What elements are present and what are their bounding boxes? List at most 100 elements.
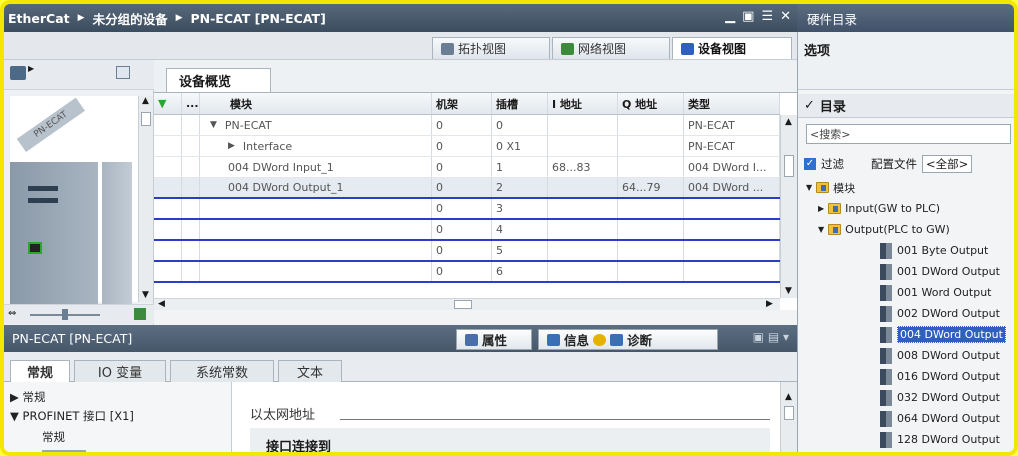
tab-device-overview[interactable]: 设备概览 — [166, 68, 271, 92]
panel-options-icon[interactable]: ▣ ▤ ▾ — [753, 330, 789, 344]
table-row[interactable]: 04 — [154, 220, 780, 241]
catalog-item[interactable]: 001 Word Output — [880, 282, 991, 303]
add-device-icon[interactable] — [10, 66, 26, 80]
catalog-item[interactable]: 008 DWord Output — [880, 345, 1000, 366]
catalog-item-label: 064 DWord Output — [897, 412, 1000, 425]
table-row[interactable]: 05 — [154, 241, 780, 262]
nav-item-interface-general[interactable]: 常规 — [42, 429, 65, 445]
restore-icon[interactable]: ▣ — [742, 9, 754, 24]
column-header-rack[interactable]: 机架 — [432, 93, 492, 114]
column-header-type[interactable]: 类型 — [684, 93, 780, 114]
options-heading[interactable]: 选项 — [804, 40, 830, 59]
catalog-item-label: 001 Word Output — [897, 286, 992, 299]
column-header-i-address[interactable]: I 地址 — [548, 93, 618, 114]
catalog-item[interactable]: 016 DWord Output — [880, 366, 1000, 387]
scroll-thumb[interactable] — [454, 300, 472, 309]
filter-checkbox[interactable]: ✓ — [804, 158, 816, 170]
expand-icon[interactable]: ▶ — [818, 204, 824, 213]
expand-icon[interactable]: ▶ — [228, 141, 235, 151]
nav-item-profinet-interface[interactable]: ▼ PROFINET 接口 [X1] — [10, 408, 134, 424]
breadcrumb-project[interactable]: EtherCat — [8, 11, 70, 26]
zoom-fit-icon[interactable]: ⇔ — [8, 308, 16, 319]
scroll-up-icon[interactable]: ▲ — [785, 117, 792, 127]
breadcrumb-separator-icon: ▶ — [77, 13, 85, 23]
tab-topology-view[interactable]: 拓扑视图 — [432, 37, 550, 59]
catalog-item[interactable]: 004 DWord Output — [880, 324, 1006, 345]
column-header-icon[interactable]: ▼ — [154, 93, 182, 114]
device-body[interactable] — [10, 162, 98, 312]
breadcrumb-device[interactable]: PN-ECAT [PN-ECAT] — [191, 11, 326, 26]
catalog-item[interactable]: 001 Byte Output — [880, 240, 988, 261]
profile-select[interactable]: <全部> — [922, 155, 973, 173]
scroll-down-icon[interactable]: ▼ — [785, 286, 792, 296]
scroll-down-icon[interactable]: ▼ — [142, 290, 149, 300]
catalog-item-label: 004 DWord Output — [897, 326, 1006, 343]
cell-i-addr — [548, 115, 618, 135]
cell-i-addr — [548, 199, 618, 218]
scroll-right-icon[interactable]: ▶ — [766, 299, 773, 309]
collapse-icon[interactable]: ▼ — [210, 120, 217, 130]
cell-rack: 0 — [432, 262, 492, 281]
catalog-item[interactable]: 128 DWord Output — [880, 429, 1000, 450]
nav-item-general[interactable]: ▶ 常规 — [10, 389, 46, 405]
subsection-heading-interface-connection: 接口连接到 — [266, 440, 332, 455]
tab-device-view[interactable]: 设备视图 — [672, 37, 792, 59]
catalog-item[interactable]: 001 DWord Output — [880, 261, 1000, 282]
catalog-item[interactable]: 032 DWord Output — [880, 387, 1000, 408]
scroll-left-icon[interactable]: ◀ — [158, 299, 165, 309]
info-badge-icon — [593, 333, 607, 346]
tile-icon[interactable]: ☰ — [761, 9, 773, 24]
zoom-icon[interactable] — [134, 308, 146, 320]
column-header-q-address[interactable]: Q 地址 — [618, 93, 684, 114]
tab-properties[interactable]: 属性 — [456, 329, 532, 350]
table-row[interactable]: 03 — [154, 199, 780, 220]
catalog-folder[interactable]: ▶ Input(GW to PLC) — [818, 198, 940, 219]
catalog-section-header[interactable]: ✓ 目录 — [798, 94, 1014, 118]
cell-type — [684, 199, 780, 218]
catalog-folder[interactable]: ▼ Output(PLC to GW) — [818, 219, 950, 240]
scroll-thumb[interactable] — [784, 155, 794, 177]
device-vertical-scrollbar[interactable]: ▲ ▼ — [138, 96, 153, 302]
column-header-slot[interactable]: 插槽 — [492, 93, 548, 114]
scroll-up-icon[interactable]: ▲ — [785, 392, 792, 402]
expand-icon[interactable]: ▶ — [10, 390, 19, 404]
catalog-item[interactable]: 002 DWord Output — [880, 303, 1000, 324]
tab-network-view[interactable]: 网络视图 — [552, 37, 670, 59]
tab-io-tags[interactable]: IO 变量 — [74, 360, 166, 382]
collapse-icon[interactable]: ▼ — [806, 183, 812, 192]
cell-gutter — [182, 136, 200, 156]
collapse-icon[interactable]: ✓ — [804, 98, 815, 113]
scroll-thumb[interactable] — [141, 112, 151, 126]
table-row[interactable]: 004 DWord Output_1 0 2 64...79 004 DWord ... — [154, 178, 780, 199]
catalog-folder[interactable]: ▼ 模块 — [806, 177, 855, 198]
column-header-more[interactable]: ... — [182, 93, 200, 114]
tab-info-diagnostics[interactable]: 信息 诊断 — [538, 329, 718, 350]
cell-gutter — [182, 157, 200, 177]
port-icon[interactable] — [28, 242, 42, 254]
table-vertical-scrollbar[interactable]: ▲ ▼ — [780, 115, 797, 298]
zoom-slider-thumb[interactable] — [62, 309, 68, 320]
collapse-icon[interactable]: ▼ — [10, 409, 19, 423]
device-rack-graphic[interactable]: PN-ECAT — [10, 96, 138, 312]
catalog-search-input[interactable]: <搜索> — [806, 124, 1011, 144]
table-horizontal-scrollbar[interactable]: ◀ ▶ — [154, 298, 780, 310]
scroll-thumb[interactable] — [784, 406, 794, 420]
collapse-icon[interactable]: ▼ — [818, 225, 824, 234]
table-row[interactable]: 004 DWord Input_1 0 1 68...83 004 DWord I... — [154, 157, 780, 178]
tab-text[interactable]: 文本 — [278, 360, 342, 382]
table-row[interactable]: 06 — [154, 262, 780, 283]
minimize-icon[interactable]: ▁ — [725, 9, 735, 24]
tab-general[interactable]: 常规 — [10, 360, 70, 382]
scroll-up-icon[interactable]: ▲ — [142, 96, 149, 106]
table-row[interactable]: ▶ Interface 0 0 X1 PN-ECAT — [154, 136, 780, 157]
breadcrumb-group[interactable]: 未分组的设备 — [93, 9, 168, 28]
content-vertical-scrollbar[interactable]: ▲ — [780, 382, 797, 452]
overview-toggle-icon[interactable] — [116, 66, 130, 79]
catalog-item[interactable]: 064 DWord Output — [880, 408, 1000, 429]
dropdown-arrow-icon[interactable]: ▶ — [28, 64, 34, 73]
table-row[interactable]: ▼ PN-ECAT 0 0 PN-ECAT — [154, 115, 780, 136]
tab-system-constants[interactable]: 系统常数 — [170, 360, 274, 382]
column-header-module[interactable]: 模块 — [200, 93, 432, 114]
cell-i-addr: 68...83 — [548, 157, 618, 177]
close-icon[interactable]: ✕ — [780, 9, 791, 24]
